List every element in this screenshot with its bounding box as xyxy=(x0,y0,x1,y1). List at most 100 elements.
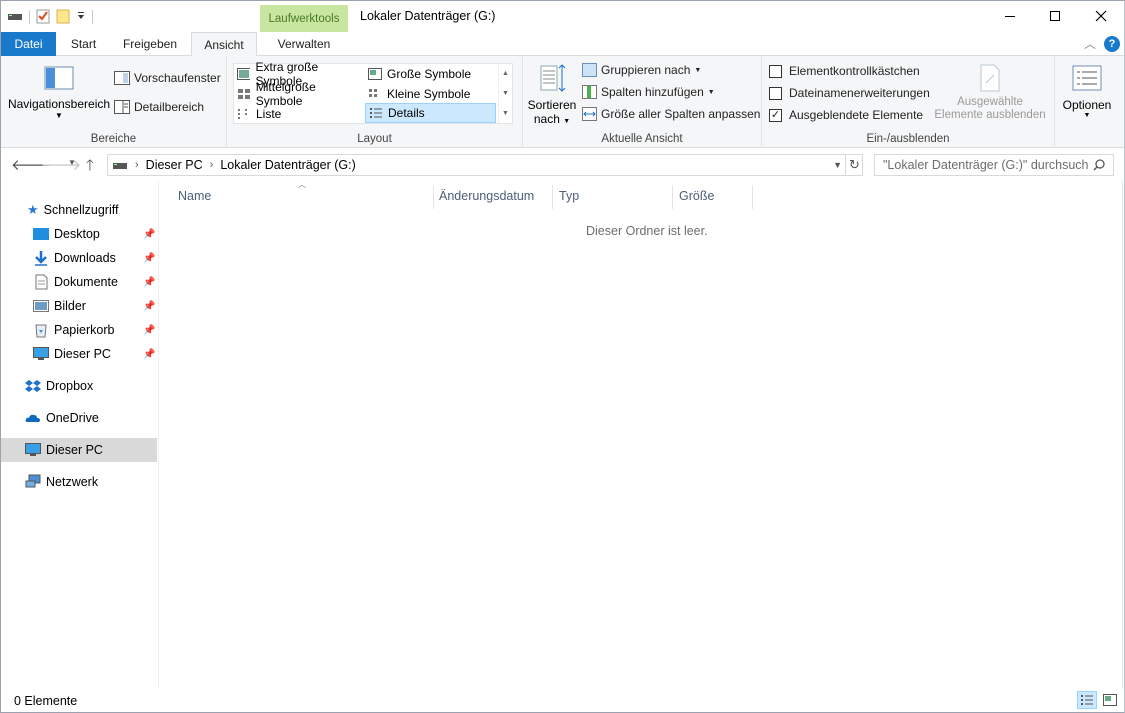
chevron-down-icon: ▼ xyxy=(707,88,715,96)
pin-icon[interactable]: 📌 xyxy=(143,349,155,360)
window-title: Lokaler Datenträger (G:) xyxy=(360,9,496,23)
minimize-icon xyxy=(1005,16,1015,17)
breadcrumb-separator-icon[interactable]: › xyxy=(210,159,214,171)
item-checkboxes-checkbox[interactable] xyxy=(769,64,782,78)
nav-onedrive[interactable]: OneDrive xyxy=(1,406,157,430)
layout-medium-icons[interactable]: Mittelgroße Symbole xyxy=(234,80,364,108)
tab-share[interactable]: Freigeben xyxy=(113,32,187,56)
pin-icon[interactable]: 📌 xyxy=(143,277,155,288)
close-button[interactable] xyxy=(1078,1,1124,31)
chevron-down-icon: ▼ xyxy=(694,66,702,74)
add-columns-button[interactable]: Spalten hinzufügen ▼ xyxy=(582,85,715,99)
navigation-pane-label: Navigationsbereich xyxy=(7,97,111,111)
fit-columns-button[interactable]: Größe aller Spalten anpassen xyxy=(582,107,760,121)
drive-icon[interactable] xyxy=(7,10,23,25)
scroll-up-icon[interactable]: ▲ xyxy=(502,70,509,77)
layout-small-icons[interactable]: Kleine Symbole xyxy=(365,84,495,103)
file-extensions-toggle[interactable]: Dateinamenerweiterungen xyxy=(769,86,930,100)
sort-by-button[interactable]: Sortieren nach ▼ xyxy=(527,63,577,126)
preview-pane-label: Vorschaufenster xyxy=(134,71,221,85)
navigation-pane-button[interactable]: Navigationsbereich ▼ xyxy=(7,66,111,120)
tab-manage[interactable]: Verwalten xyxy=(260,32,348,56)
refresh-icon[interactable]: ↻ xyxy=(845,154,863,176)
pin-icon[interactable]: 📌 xyxy=(143,229,155,240)
nav-documents[interactable]: Dokumente 📌 xyxy=(1,270,157,294)
nav-downloads[interactable]: Downloads 📌 xyxy=(1,246,157,270)
hidden-items-toggle[interactable]: ✓ Ausgeblendete Elemente xyxy=(769,108,923,122)
toolbar-separator xyxy=(29,10,30,24)
tab-start[interactable]: Start xyxy=(56,32,111,56)
nav-quick-access[interactable]: ★ Schnellzugriff xyxy=(1,198,157,222)
layout-list[interactable]: Liste xyxy=(234,104,364,123)
nav-this-pc[interactable]: Dieser PC xyxy=(1,438,157,462)
breadcrumb-drive-g[interactable]: Lokaler Datenträger (G:) xyxy=(220,158,355,172)
group-current-view: Sortieren nach ▼ Gruppieren nach ▼ Spalt… xyxy=(523,56,762,148)
collapse-ribbon-icon[interactable]: ︿ xyxy=(1084,35,1096,52)
nav-network[interactable]: Netzwerk xyxy=(1,470,157,494)
sort-label-2: nach ▼ xyxy=(527,112,577,126)
nav-label: Dokumente xyxy=(54,275,118,289)
nav-this-pc-pinned[interactable]: Dieser PC 📌 xyxy=(1,342,157,366)
column-date-modified[interactable]: Änderungsdatum xyxy=(433,181,552,211)
search-input[interactable]: "Lokaler Datenträger (G:)" durchsuch xyxy=(874,154,1114,176)
tab-file[interactable]: Datei xyxy=(1,32,56,56)
layout-item-label: Kleine Symbole xyxy=(387,86,471,101)
options-icon xyxy=(1072,65,1102,91)
layout-details[interactable]: Details xyxy=(365,103,496,123)
navigation-row: 🡐 🡒 ▼ 🡑 › Dieser PC › Lokaler Datenträge… xyxy=(1,149,1124,181)
file-extensions-label: Dateinamenerweiterungen xyxy=(789,86,930,100)
options-button[interactable]: Optionen ▼ xyxy=(1059,65,1115,119)
customize-toolbar-icon[interactable] xyxy=(76,10,86,25)
help-icon[interactable]: ? xyxy=(1104,36,1120,52)
nav-dropbox[interactable]: Dropbox xyxy=(1,374,157,398)
add-columns-label: Spalten hinzufügen xyxy=(601,85,704,99)
layout-gallery-scroll[interactable]: ▲ ▼ ▼ xyxy=(498,64,512,123)
pin-icon[interactable]: 📌 xyxy=(143,253,155,264)
address-history-icon[interactable]: ▼ xyxy=(833,160,842,170)
hide-selected-button[interactable]: Ausgewählte Elemente ausblenden xyxy=(932,63,1048,122)
layout-large-icons[interactable]: Große Symbole xyxy=(365,64,495,83)
computer-icon xyxy=(25,443,41,456)
maximize-button[interactable] xyxy=(1032,1,1078,31)
details-view-button[interactable] xyxy=(1077,691,1097,709)
up-icon[interactable]: 🡑 xyxy=(86,155,94,180)
recent-locations-icon[interactable]: ▼ xyxy=(68,158,76,167)
layout-item-label: Liste xyxy=(256,106,282,121)
preview-pane-icon xyxy=(114,71,130,85)
column-type[interactable]: Typ xyxy=(553,181,672,211)
new-folder-icon[interactable] xyxy=(56,8,70,27)
nav-label: Dieser PC xyxy=(46,443,103,457)
navigation-pane-icon xyxy=(44,66,74,90)
column-size[interactable]: Größe xyxy=(673,181,752,211)
scroll-down-icon[interactable]: ▼ xyxy=(502,90,509,97)
search-placeholder: "Lokaler Datenträger (G:)" durchsuch xyxy=(883,158,1089,172)
chevron-down-icon: ▼ xyxy=(55,111,63,120)
search-icon xyxy=(1093,159,1105,171)
minimize-button[interactable] xyxy=(987,1,1033,31)
preview-pane-button[interactable]: Vorschaufenster xyxy=(114,71,221,85)
fit-columns-icon xyxy=(582,107,597,121)
add-columns-icon xyxy=(582,85,597,99)
pin-icon[interactable]: 📌 xyxy=(143,325,155,336)
item-checkboxes-toggle[interactable]: Elementkontrollkästchen xyxy=(769,64,920,78)
tab-view[interactable]: Ansicht xyxy=(191,32,257,57)
star-icon: ★ xyxy=(27,202,39,217)
nav-recycle-bin[interactable]: Papierkorb 📌 xyxy=(1,318,157,342)
column-divider[interactable] xyxy=(752,185,753,209)
toolbar-separator xyxy=(92,10,93,24)
breadcrumb-this-pc[interactable]: Dieser PC xyxy=(146,158,203,172)
group-by-button[interactable]: Gruppieren nach ▼ xyxy=(582,63,701,77)
details-pane-button[interactable]: Detailbereich xyxy=(114,100,204,114)
large-icons-view-button[interactable] xyxy=(1100,691,1120,709)
nav-desktop[interactable]: Desktop 📌 xyxy=(1,222,157,246)
column-name[interactable]: Name xyxy=(172,181,432,211)
hidden-items-checkbox[interactable]: ✓ xyxy=(769,108,782,122)
address-bar[interactable]: › Dieser PC › Lokaler Datenträger (G:) ▼… xyxy=(107,154,863,176)
context-tab-drive-tools[interactable]: Laufwerktools xyxy=(260,5,348,32)
nav-pictures[interactable]: Bilder 📌 xyxy=(1,294,157,318)
file-extensions-checkbox[interactable] xyxy=(769,86,782,100)
expand-gallery-icon[interactable]: ▼ xyxy=(502,110,509,117)
breadcrumb-separator-icon[interactable]: › xyxy=(135,159,139,171)
properties-icon[interactable] xyxy=(36,8,50,27)
pin-icon[interactable]: 📌 xyxy=(143,301,155,312)
